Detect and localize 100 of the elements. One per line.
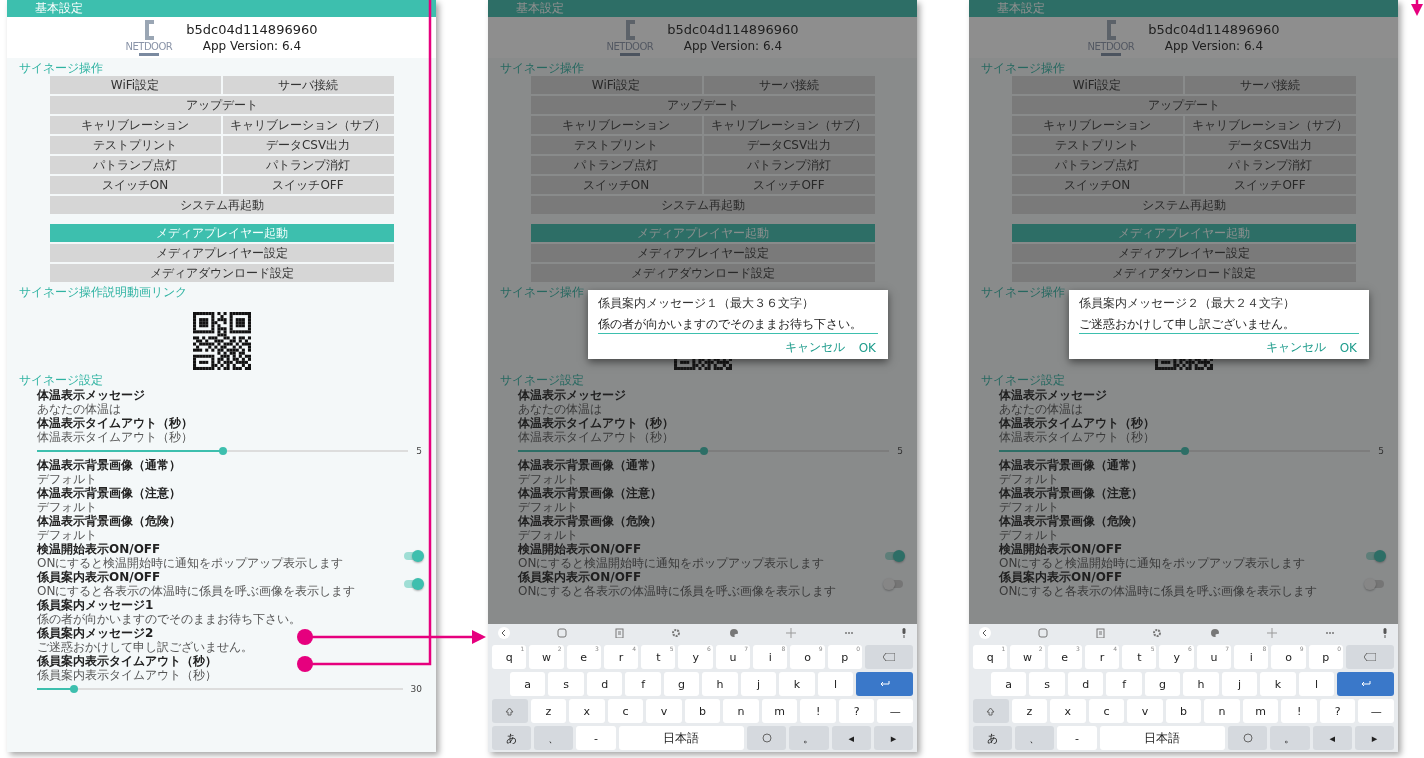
- key[interactable]: m: [1242, 699, 1279, 723]
- key[interactable]: k: [1260, 672, 1296, 696]
- dialog-button[interactable]: OK: [856, 339, 878, 356]
- key[interactable]: —: [1358, 699, 1394, 723]
- action-button[interactable]: パトランプ消灯: [703, 156, 875, 174]
- action-button[interactable]: サーバ接続: [222, 76, 394, 94]
- setting-title[interactable]: 検温開始表示ON/OFF: [37, 542, 404, 556]
- key[interactable]: l: [1298, 672, 1335, 696]
- key[interactable]: s: [1029, 672, 1065, 696]
- dialog-button[interactable]: キャンセル: [1263, 339, 1328, 356]
- setting-title[interactable]: 係員案内表示ON/OFF: [999, 570, 1366, 584]
- message-input-field[interactable]: 係の者が向かいますのでそのままお待ち下さい。: [598, 315, 878, 334]
- key[interactable]: j: [740, 672, 777, 696]
- action-button[interactable]: スイッチOFF: [703, 176, 875, 194]
- key[interactable]: -: [1057, 726, 1097, 750]
- action-button[interactable]: キャリブレーション（サブ）: [222, 116, 394, 134]
- key[interactable]: m: [761, 699, 798, 723]
- key[interactable]: —: [877, 699, 913, 723]
- key[interactable]: n: [1204, 699, 1240, 723]
- action-button[interactable]: テストプリント: [530, 136, 702, 154]
- setting-title[interactable]: 係員案内表示ON/OFF: [518, 570, 885, 584]
- action-button[interactable]: スイッチOFF: [222, 176, 394, 194]
- action-button[interactable]: キャリブレーション: [530, 116, 702, 134]
- setting-title[interactable]: 体温表示背景画像（注意）: [37, 486, 422, 500]
- key[interactable]: 、: [534, 726, 574, 750]
- key[interactable]: d: [586, 672, 623, 696]
- action-button[interactable]: スイッチON: [49, 176, 221, 194]
- action-button[interactable]: アップデート: [530, 96, 875, 114]
- key[interactable]: 。: [1270, 726, 1310, 750]
- key[interactable]: a: [510, 672, 546, 696]
- key[interactable]: z: [1011, 699, 1048, 723]
- action-button[interactable]: キャリブレーション: [49, 116, 221, 134]
- action-button[interactable]: キャリブレーション: [1011, 116, 1183, 134]
- setting-title[interactable]: 体温表示タイムアウト（秒）: [518, 416, 903, 430]
- action-button[interactable]: スイッチON: [530, 176, 702, 194]
- action-button[interactable]: キャリブレーション（サブ）: [703, 116, 875, 134]
- setting-title[interactable]: 検温開始表示ON/OFF: [999, 542, 1366, 556]
- action-button[interactable]: データCSV出力: [1184, 136, 1356, 154]
- action-button[interactable]: サーバ接続: [1184, 76, 1356, 94]
- key[interactable]: h: [702, 672, 738, 696]
- setting-title[interactable]: 係員案内表示タイムアウト（秒）: [37, 654, 422, 668]
- action-button[interactable]: メディアプレイヤー設定: [530, 244, 875, 262]
- setting-title[interactable]: 体温表示背景画像（危険）: [999, 514, 1384, 528]
- action-button[interactable]: メディアダウンロード設定: [1011, 264, 1356, 282]
- action-button[interactable]: システム再起動: [530, 196, 875, 214]
- key[interactable]: あ: [492, 726, 532, 750]
- key[interactable]: n: [723, 699, 759, 723]
- action-button[interactable]: パトランプ点灯: [49, 156, 221, 174]
- action-button[interactable]: サーバ接続: [703, 76, 875, 94]
- key[interactable]: k: [779, 672, 815, 696]
- action-button[interactable]: メディアプレイヤー設定: [1011, 244, 1356, 262]
- key[interactable]: c: [1088, 699, 1125, 723]
- key[interactable]: c: [607, 699, 644, 723]
- action-button[interactable]: スイッチON: [1011, 176, 1183, 194]
- action-button[interactable]: パトランプ点灯: [1011, 156, 1183, 174]
- action-button[interactable]: テストプリント: [1011, 136, 1183, 154]
- message-input-field[interactable]: ご迷惑おかけして申し訳ございません。: [1079, 315, 1359, 334]
- key[interactable]: x: [569, 699, 605, 723]
- setting-title[interactable]: 体温表示メッセージ: [999, 388, 1384, 402]
- action-button[interactable]: データCSV出力: [222, 136, 394, 154]
- setting-title[interactable]: 体温表示タイムアウト（秒）: [37, 416, 422, 430]
- key[interactable]: h: [1183, 672, 1219, 696]
- action-button[interactable]: データCSV出力: [703, 136, 875, 154]
- action-button[interactable]: システム再起動: [49, 196, 394, 214]
- key[interactable]: 。: [789, 726, 829, 750]
- action-button[interactable]: WiFi設定: [49, 76, 221, 94]
- action-button[interactable]: キャリブレーション（サブ）: [1184, 116, 1356, 134]
- dialog-button[interactable]: OK: [1337, 339, 1359, 356]
- key[interactable]: 、: [1015, 726, 1055, 750]
- action-button[interactable]: テストプリント: [49, 136, 221, 154]
- action-button[interactable]: メディアプレイヤー設定: [49, 244, 394, 262]
- key[interactable]: あ: [973, 726, 1013, 750]
- action-button[interactable]: メディアダウンロード設定: [49, 264, 394, 282]
- key[interactable]: f: [1106, 672, 1142, 696]
- key[interactable]: ▸: [1354, 726, 1394, 750]
- action-button[interactable]: WiFi設定: [1011, 76, 1183, 94]
- key[interactable]: ?: [838, 699, 875, 723]
- action-button[interactable]: パトランプ消灯: [222, 156, 394, 174]
- key[interactable]: !: [1281, 699, 1317, 723]
- key[interactable]: l: [817, 672, 854, 696]
- key[interactable]: g: [663, 672, 700, 696]
- key[interactable]: b: [684, 699, 721, 723]
- action-button[interactable]: スイッチOFF: [1184, 176, 1356, 194]
- setting-title[interactable]: 体温表示背景画像（注意）: [518, 486, 903, 500]
- key[interactable]: ◂: [831, 726, 871, 750]
- key[interactable]: !: [800, 699, 836, 723]
- setting-title[interactable]: 体温表示背景画像（注意）: [999, 486, 1384, 500]
- setting-title[interactable]: 係員案内表示ON/OFF: [37, 570, 404, 584]
- setting-title[interactable]: 体温表示背景画像（通常）: [518, 458, 903, 472]
- space-key[interactable]: 日本語: [1099, 726, 1226, 750]
- setting-title[interactable]: 体温表示背景画像（通常）: [999, 458, 1384, 472]
- setting-title[interactable]: 検温開始表示ON/OFF: [518, 542, 885, 556]
- key[interactable]: z: [530, 699, 567, 723]
- setting-title[interactable]: 体温表示背景画像（危険）: [37, 514, 422, 528]
- key[interactable]: a: [991, 672, 1027, 696]
- action-button[interactable]: システム再起動: [1011, 196, 1356, 214]
- dialog-button[interactable]: キャンセル: [782, 339, 847, 356]
- action-button[interactable]: パトランプ点灯: [530, 156, 702, 174]
- setting-title[interactable]: 体温表示背景画像（危険）: [518, 514, 903, 528]
- setting-title[interactable]: 体温表示タイムアウト（秒）: [999, 416, 1384, 430]
